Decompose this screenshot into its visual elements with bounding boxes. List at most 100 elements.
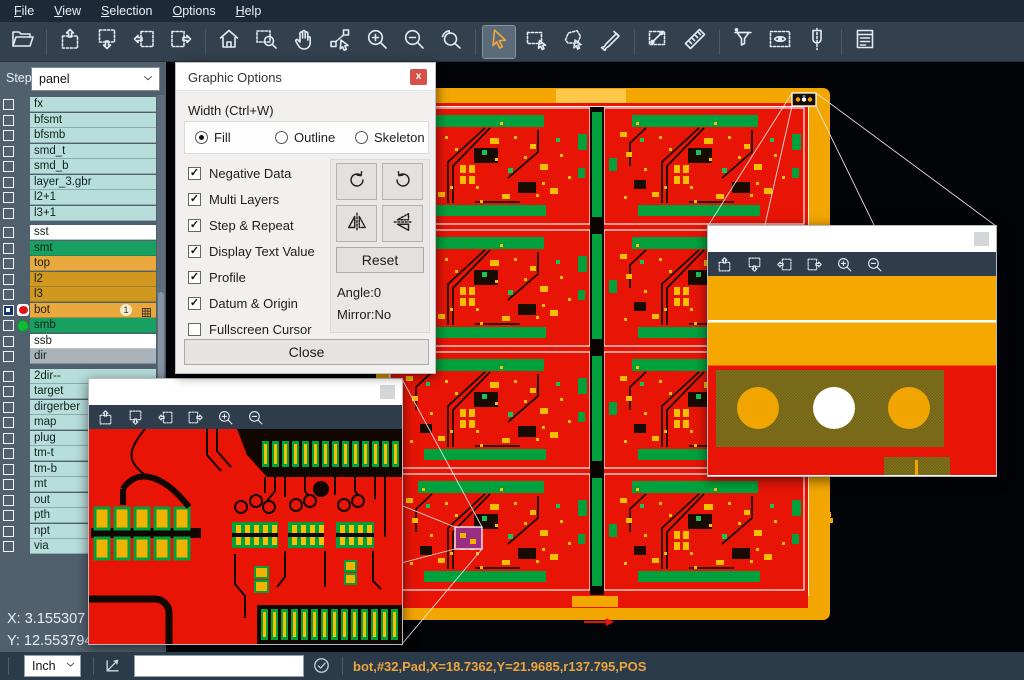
layer-visibility-checkbox[interactable] xyxy=(3,320,14,331)
layer-visibility-checkbox[interactable] xyxy=(3,115,14,126)
layer-name[interactable]: dir xyxy=(30,349,156,364)
pan-view-up-button[interactable] xyxy=(54,26,86,58)
zoom-previous-button[interactable] xyxy=(435,26,467,58)
ruler-button[interactable] xyxy=(679,26,711,58)
layer-visibility-checkbox[interactable] xyxy=(3,161,14,172)
layer-visibility-checkbox[interactable] xyxy=(3,146,14,157)
layer-name[interactable]: bot xyxy=(30,303,156,318)
layer-name[interactable]: layer_3.gbr xyxy=(30,175,156,190)
pan-view-left-icon[interactable] xyxy=(776,256,793,273)
pan-view-down-button[interactable] xyxy=(91,26,123,58)
checkbox-display-text-value[interactable]: ✓Display Text Value xyxy=(188,243,315,259)
checkbox-datum-origin[interactable]: ✓Datum & Origin xyxy=(188,295,298,311)
radio-fill[interactable]: Fill xyxy=(195,130,265,145)
zoom-in-button[interactable] xyxy=(361,26,393,58)
layer-visibility-checkbox[interactable] xyxy=(3,386,14,397)
snap-button[interactable] xyxy=(801,26,833,58)
layer-visibility-checkbox[interactable] xyxy=(3,243,14,254)
close-icon[interactable]: x xyxy=(410,69,427,85)
menu-item-options[interactable]: Options xyxy=(162,0,225,22)
layer-visibility-checkbox[interactable] xyxy=(3,274,14,285)
layer-visibility-checkbox[interactable] xyxy=(3,227,14,238)
open-folder-button[interactable] xyxy=(6,26,38,58)
pan-view-right-icon[interactable] xyxy=(187,409,204,426)
measure-distance-button[interactable] xyxy=(642,26,674,58)
close-button[interactable]: Close xyxy=(184,339,429,365)
layer-name[interactable]: ssb xyxy=(30,334,156,349)
pan-view-left-icon[interactable] xyxy=(157,409,174,426)
layer-name[interactable]: fx xyxy=(30,97,156,112)
flip-vertical-button[interactable] xyxy=(382,205,423,242)
layer-visibility-checkbox[interactable] xyxy=(3,289,14,300)
magnifier-content[interactable] xyxy=(708,276,996,475)
command-input[interactable] xyxy=(134,655,304,677)
layer-name[interactable]: sst xyxy=(30,225,156,240)
view-region-button[interactable] xyxy=(764,26,796,58)
menu-item-selection[interactable]: Selection xyxy=(91,0,162,22)
pan-view-left-button[interactable] xyxy=(128,26,160,58)
layer-visibility-checkbox[interactable] xyxy=(3,258,14,269)
rotate-ccw-button[interactable] xyxy=(382,163,423,200)
home-button[interactable] xyxy=(213,26,245,58)
checkbox-fullscreen-cursor[interactable]: Fullscreen Cursor xyxy=(188,321,312,337)
layer-name[interactable]: smd_b xyxy=(30,159,156,174)
radio-outline[interactable]: Outline xyxy=(275,130,345,145)
pan-view-right-icon[interactable] xyxy=(806,256,823,273)
layer-visibility-checkbox[interactable] xyxy=(3,208,14,219)
zoom-in-icon[interactable] xyxy=(217,409,234,426)
zoom-out-icon[interactable] xyxy=(247,409,264,426)
polygon-select-button[interactable] xyxy=(557,26,589,58)
pan-view-right-button[interactable] xyxy=(165,26,197,58)
checkbox-multi-layers[interactable]: ✓Multi Layers xyxy=(188,191,279,207)
vertex-edit-button[interactable] xyxy=(324,26,356,58)
layer-visibility-checkbox[interactable] xyxy=(3,402,14,413)
layer-visibility-checkbox[interactable] xyxy=(3,510,14,521)
zoom-out-button[interactable] xyxy=(398,26,430,58)
layer-visibility-checkbox[interactable] xyxy=(3,371,14,382)
flip-horizontal-button[interactable] xyxy=(336,205,377,242)
rect-select-button[interactable] xyxy=(520,26,552,58)
layer-name[interactable]: smt xyxy=(30,241,156,256)
checkbox-step-repeat[interactable]: ✓Step & Repeat xyxy=(188,217,294,233)
layer-visibility-checkbox[interactable] xyxy=(3,479,14,490)
zoom-out-icon[interactable] xyxy=(866,256,883,273)
menu-item-view[interactable]: View xyxy=(44,0,91,22)
pan-view-down-icon[interactable] xyxy=(746,256,763,273)
layer-visibility-checkbox[interactable] xyxy=(3,130,14,141)
layer-name[interactable]: l3+1 xyxy=(30,206,156,221)
menu-item-help[interactable]: Help xyxy=(226,0,272,22)
pan-view-up-icon[interactable] xyxy=(716,256,733,273)
layer-name[interactable]: bfsmb xyxy=(30,128,156,143)
layer-visibility-checkbox[interactable] xyxy=(3,448,14,459)
report-button[interactable] xyxy=(849,26,881,58)
layer-visibility-checkbox[interactable] xyxy=(3,464,14,475)
checkbox-profile[interactable]: ✓Profile xyxy=(188,269,246,285)
layer-name[interactable]: smb xyxy=(30,318,156,333)
brush-button[interactable] xyxy=(594,26,626,58)
pan-view-up-icon[interactable] xyxy=(97,409,114,426)
layer-name[interactable]: l3 xyxy=(30,287,156,302)
select-button[interactable] xyxy=(483,26,515,58)
magnifier-content[interactable] xyxy=(89,429,402,644)
layer-visibility-checkbox[interactable] xyxy=(3,433,14,444)
layer-visibility-checkbox[interactable] xyxy=(3,495,14,506)
window-button-icon[interactable] xyxy=(974,232,989,246)
filter-button[interactable] xyxy=(727,26,759,58)
rotate-cw-button[interactable] xyxy=(336,163,377,200)
scrollbar-thumb[interactable] xyxy=(158,292,164,392)
layer-visibility-checkbox[interactable] xyxy=(3,99,14,110)
unit-select[interactable]: Inch xyxy=(24,655,81,677)
layer-name[interactable]: l2 xyxy=(30,272,156,287)
menu-item-file[interactable]: File xyxy=(4,0,44,22)
checkbox-negative-data[interactable]: ✓Negative Data xyxy=(188,165,291,181)
grid-icon[interactable] xyxy=(141,305,152,316)
magnifier-titlebar[interactable] xyxy=(708,226,996,252)
angle-tool-icon[interactable] xyxy=(103,655,125,677)
magnifier-titlebar[interactable] xyxy=(89,379,402,405)
pan-view-down-icon[interactable] xyxy=(127,409,144,426)
window-button-icon[interactable] xyxy=(380,385,395,399)
layer-name[interactable]: top xyxy=(30,256,156,271)
layer-visibility-checkbox[interactable] xyxy=(3,351,14,362)
layer-visibility-checkbox[interactable] xyxy=(3,417,14,428)
layer-name[interactable]: l2+1 xyxy=(30,190,156,205)
